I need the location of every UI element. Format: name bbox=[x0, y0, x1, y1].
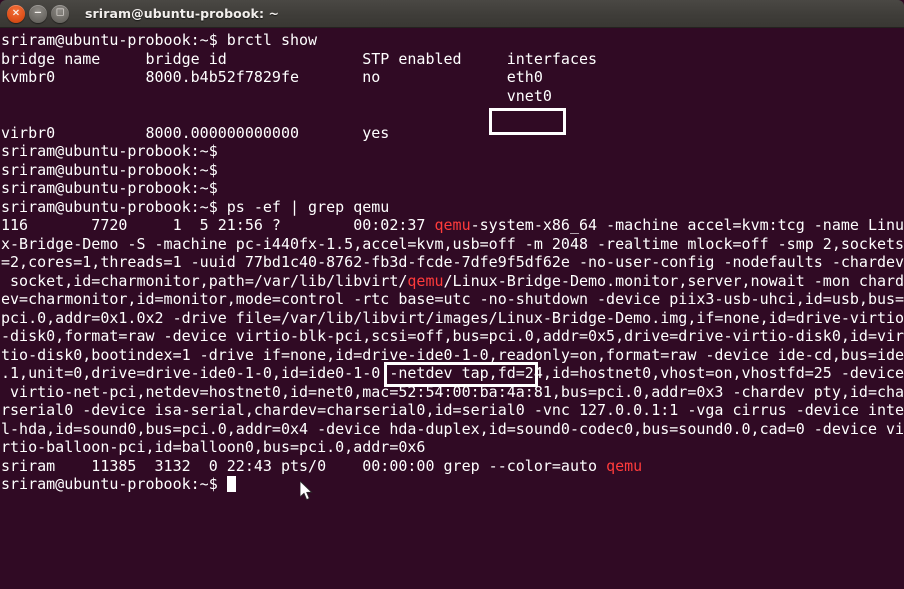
terminal-line: bridge name bridge id STP enabled interf… bbox=[1, 49, 598, 68]
terminal-window: × − □ sriram@ubuntu-probook: ~ sriram@ub… bbox=[0, 0, 904, 589]
close-button[interactable]: × bbox=[7, 4, 25, 23]
terminal-body[interactable]: sriram@ubuntu-probook:~$ brctl show bridg… bbox=[0, 28, 904, 589]
terminal-line: rserial0 -device isa-serial,chardev=char… bbox=[1, 401, 904, 419]
terminal-line: .1,unit=0,drive=drive-ide0-1-0,id=ide0-1… bbox=[1, 364, 904, 382]
grep-match: qemu bbox=[606, 456, 643, 475]
terminal-line: -disk0,format=raw -device virtio-blk-pci… bbox=[1, 327, 904, 345]
terminal-line: x-Bridge-Demo -S -machine pc-i440fx-1.5,… bbox=[1, 234, 904, 253]
terminal-line: kvmbr0 8000.b4b52f7829fe no eth0 bbox=[1, 68, 543, 86]
terminal-line: ev=charmonitor,id=monitor,mode=control -… bbox=[1, 290, 904, 308]
terminal-line: sriram@ubuntu-probook:~$ bbox=[1, 142, 218, 160]
terminal-line: sriram 11385 3132 0 22:43 pts/0 00:00:00… bbox=[1, 457, 904, 476]
window-titlebar: × − □ sriram@ubuntu-probook: ~ bbox=[0, 0, 904, 28]
terminal-line: sriram@ubuntu-probook:~$ bbox=[1, 160, 218, 179]
terminal-text: socket,id=charmonitor,path=/var/lib/libv… bbox=[1, 271, 408, 290]
terminal-line: tio-disk0,bootindex=1 -drive if=none,id=… bbox=[1, 345, 904, 364]
terminal-line: =2,cores=1,threads=1 -uuid 77bd1c40-8762… bbox=[1, 253, 904, 271]
terminal-line: socket,id=charmonitor,path=/var/lib/libv… bbox=[1, 272, 904, 291]
terminal-line: virtio-net-pci,netdev=hostnet0,id=net0,m… bbox=[1, 382, 904, 401]
terminal-line: sriram@ubuntu-probook:~$ brctl show bbox=[1, 31, 318, 49]
maximize-icon: □ bbox=[55, 7, 65, 18]
terminal-line: sriram@ubuntu-probook:~$ ps -ef | grep q… bbox=[1, 197, 390, 216]
minimize-button[interactable]: − bbox=[29, 4, 47, 23]
terminal-text: 116 7720 1 5 21:56 ? 00:02:37 bbox=[1, 216, 435, 234]
grep-match: qemu bbox=[434, 216, 471, 234]
terminal-line: 116 7720 1 5 21:56 ? 00:02:37 qemu-syste… bbox=[1, 216, 904, 235]
terminal-text: -system-x86_64 -machine accel=kvm:tcg -n… bbox=[470, 216, 904, 234]
terminal-prompt: sriram@ubuntu-probook:~$ bbox=[1, 475, 227, 493]
minimize-icon: − bbox=[33, 7, 43, 18]
terminal-line: vnet0 bbox=[1, 86, 552, 105]
terminal-line: rtio-balloon-pci,id=balloon0,bus=pci.0,a… bbox=[1, 438, 426, 456]
terminal-text: /Linux-Bridge-Demo.monitor,server,nowait… bbox=[443, 271, 904, 290]
text-cursor bbox=[226, 476, 237, 492]
terminal-line: virbr0 8000.000000000000 yes bbox=[1, 123, 390, 142]
grep-match: qemu bbox=[407, 271, 444, 290]
terminal-screen: sriram@ubuntu-probook:~$ brctl show bridg… bbox=[1, 31, 904, 494]
window-title: sriram@ubuntu-probook: ~ bbox=[85, 6, 280, 21]
maximize-button[interactable]: □ bbox=[51, 4, 69, 23]
terminal-line: sriram@ubuntu-probook:~$ bbox=[1, 475, 904, 494]
window-controls: × − □ bbox=[7, 4, 69, 23]
close-icon: × bbox=[11, 7, 21, 18]
terminal-text: sriram 11385 3132 0 22:43 pts/0 00:00:00… bbox=[1, 456, 607, 475]
terminal-line: sriram@ubuntu-probook:~$ bbox=[1, 179, 218, 197]
terminal-line: l-hda,id=sound0,bus=pci.0,addr=0x4 -devi… bbox=[1, 419, 904, 438]
terminal-line: pci.0,addr=0x1.0x2 -drive file=/var/lib/… bbox=[1, 308, 904, 327]
